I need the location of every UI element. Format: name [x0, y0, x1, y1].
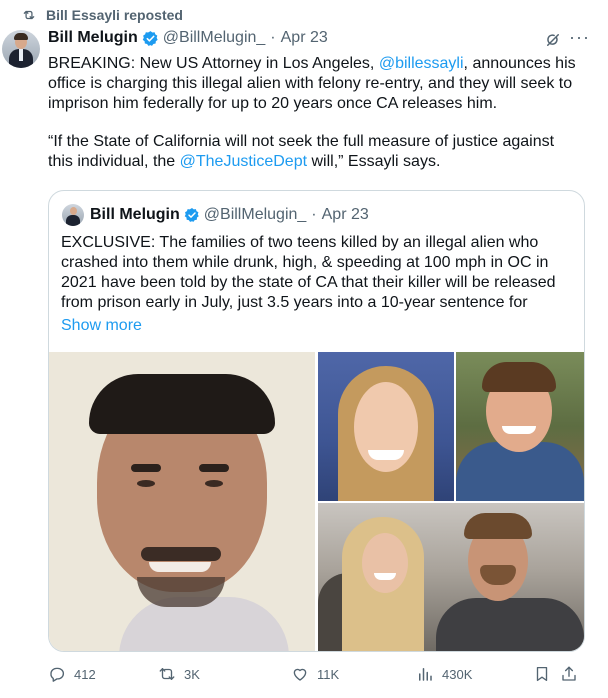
repost-icon [23, 10, 35, 20]
like-icon [293, 668, 307, 681]
quote-author-name[interactable]: Bill Melugin [90, 206, 180, 224]
media-grid [49, 352, 584, 651]
reply-icon [50, 667, 64, 682]
quote-author-avatar[interactable] [62, 204, 84, 226]
verified-badge-icon[interactable] [184, 207, 200, 223]
bookmark-icon [536, 666, 548, 682]
repost-banner[interactable]: Bill Essayli reposted [22, 7, 183, 23]
quote-text: EXCLUSIVE: The families of two teens kil… [61, 234, 556, 311]
reply-count: 412 [74, 666, 96, 682]
reply-button[interactable]: 412 [48, 665, 96, 683]
tweet-header: Bill Melugin @BillMelugin_ · Apr 23 ··· [48, 27, 608, 49]
tweet-date[interactable]: Apr 23 [281, 29, 328, 47]
share-button[interactable] [560, 665, 578, 683]
media-photo-couple[interactable] [318, 503, 584, 651]
author-name[interactable]: Bill Melugin [48, 29, 138, 47]
quote-author-handle[interactable]: @BillMelugin_ [204, 206, 307, 224]
more-icon[interactable]: ··· [569, 27, 590, 48]
views-count: 430K [442, 666, 473, 682]
tweet-paragraph-1: BREAKING: New US Attorney in Los Angeles… [48, 55, 576, 112]
repost-label: Bill Essayli reposted [46, 7, 183, 23]
author-avatar[interactable] [2, 30, 40, 68]
mention-billessayli[interactable]: @billessayli [379, 55, 464, 72]
media-photo-man[interactable] [49, 352, 315, 651]
quote-date[interactable]: Apr 23 [322, 206, 369, 224]
retweet-count: 3K [184, 666, 200, 682]
action-bar: 412 3K 11K 430K [48, 665, 578, 689]
media-photo-young-man[interactable] [456, 352, 584, 501]
author-handle[interactable]: @BillMelugin_ [163, 29, 266, 47]
tweet-text: BREAKING: New US Attorney in Los Angeles… [48, 54, 576, 190]
separator-dot: · [311, 206, 317, 223]
views-button[interactable]: 430K [416, 665, 472, 683]
media-photo-woman[interactable] [318, 352, 454, 501]
like-button[interactable]: 11K [291, 665, 339, 683]
show-more-link[interactable]: Show more [61, 317, 142, 335]
grok-icon[interactable] [544, 31, 562, 49]
bookmark-button[interactable] [533, 665, 551, 683]
share-icon [562, 666, 576, 681]
separator-dot: · [270, 29, 276, 46]
views-icon [419, 668, 432, 681]
quoted-tweet[interactable]: Bill Melugin @BillMelugin_ · Apr 23 EXCL… [48, 190, 585, 652]
tweet-paragraph-2: “If the State of California will not see… [48, 133, 555, 170]
retweet-button[interactable]: 3K [158, 665, 200, 683]
quote-header: Bill Melugin @BillMelugin_ · Apr 23 [90, 206, 369, 224]
retweet-icon [159, 668, 175, 680]
like-count: 11K [317, 666, 340, 682]
mention-thejusticedept[interactable]: @TheJusticeDept [180, 153, 307, 170]
verified-badge-icon[interactable] [142, 30, 159, 47]
